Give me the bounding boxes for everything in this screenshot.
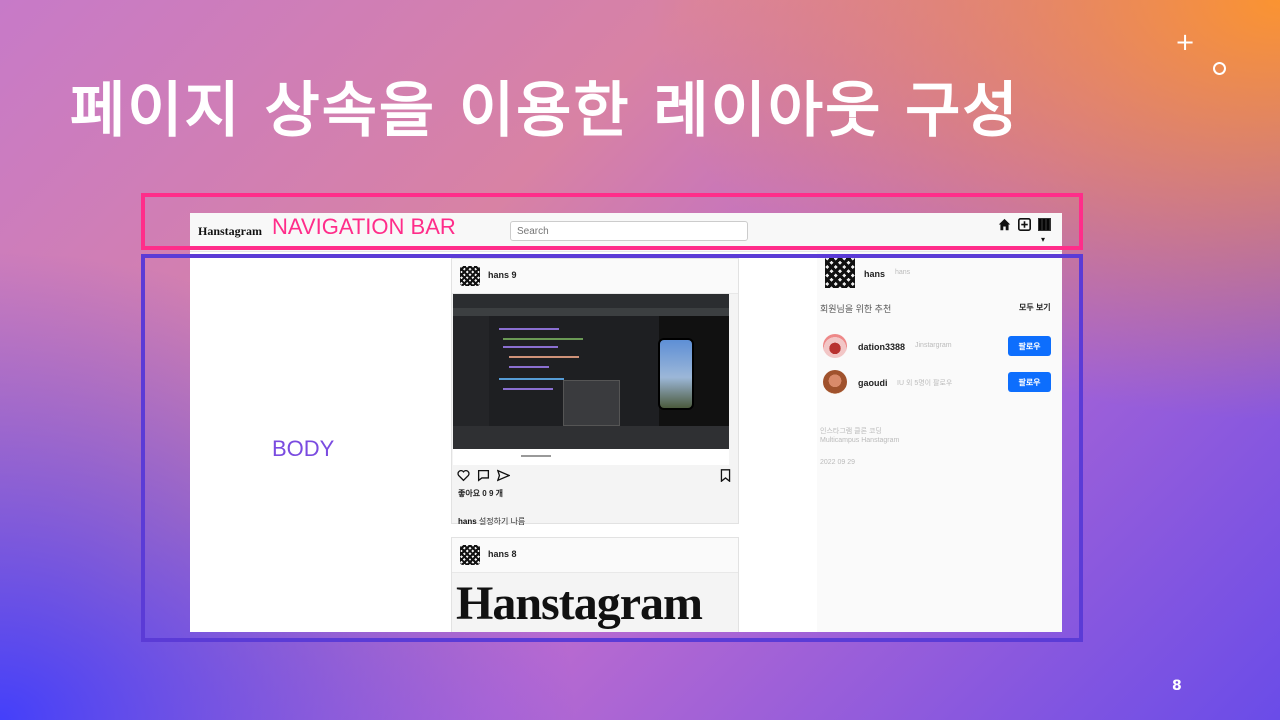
body-label: BODY (272, 436, 335, 461)
plus-decoration-icon: + (1175, 28, 1196, 56)
slide-title: 페이지 상속을 이용한 레이아웃 구성 (70, 76, 1020, 146)
navigation-bar-label: NAVIGATION BAR (272, 214, 456, 239)
circle-decoration-icon (1213, 62, 1226, 75)
page-number: 8 (1172, 678, 1182, 694)
